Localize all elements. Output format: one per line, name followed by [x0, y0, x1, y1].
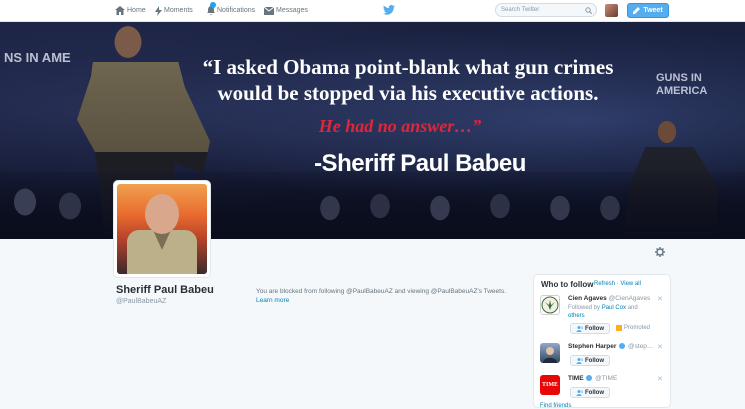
nav-moments-label: Moments [164, 7, 193, 14]
verified-icon [586, 375, 593, 382]
suggestion-name[interactable]: TIME @TIME [568, 375, 617, 382]
follow-button-label: Follow [585, 389, 604, 396]
person-photo-icon [543, 347, 557, 363]
nav-moments[interactable]: Moments [155, 0, 193, 21]
banner-bg-text-right-line2: AMERICA [656, 85, 708, 97]
tweet-button[interactable]: Tweet [627, 3, 669, 18]
banner-quote-line1: “I asked Obama point-blank what gun crim… [202, 55, 614, 79]
top-navigation-bar: Home Moments Notifications Messages Sear… [0, 0, 745, 22]
profile-photo-head [145, 194, 179, 234]
profile-banner: NS IN AME GUNS IN AMERICA “I asked Obama… [0, 22, 745, 239]
suggestion-name[interactable]: Cien Agaves @CienAgaves [568, 295, 650, 302]
who-to-follow-title: Who to follow [541, 280, 594, 289]
banner-quote: “I asked Obama point-blank what gun crim… [158, 54, 658, 106]
followed-by-text: Followed by Paul Cox and others [568, 304, 654, 320]
follow-user-icon [576, 357, 583, 364]
suggestion-name-text: TIME [568, 375, 584, 382]
follow-user-icon [576, 325, 583, 332]
suggestion-handle: @step… [628, 343, 654, 350]
follow-button-label: Follow [585, 325, 604, 332]
who-to-follow-panel: Who to follow Refresh · View all Cien Ag… [533, 274, 671, 409]
follow-button[interactable]: Follow [570, 323, 610, 334]
banner-audience [0, 172, 745, 239]
followed-by-label: Followed by [568, 305, 601, 311]
notification-badge [210, 2, 216, 8]
search-icon[interactable] [585, 7, 592, 14]
profile-name[interactable]: Sheriff Paul Babeu [116, 284, 214, 296]
learn-more-link[interactable]: Learn more [256, 296, 521, 305]
banner-attribution: -Sheriff Paul Babeu [314, 150, 526, 177]
home-icon [115, 6, 125, 15]
suggestion-handle: @TIME [595, 375, 618, 382]
profile-avatar[interactable] [113, 180, 211, 278]
dismiss-icon[interactable]: ✕ [657, 295, 663, 303]
banner-bg-text-right-line1: GUNS IN [656, 72, 702, 84]
banner-quote-line2: would be stopped via his executive actio… [217, 81, 599, 105]
promoted-text: Promoted [624, 325, 651, 331]
suggestion-avatar[interactable]: TIME [540, 375, 560, 395]
suggestion-handle: @CienAgaves [608, 295, 651, 302]
suggestion-item: Stephen Harper @step… ✕ Follow [540, 343, 666, 369]
suggestion-item: TIME TIME @TIME ✕ Follow [540, 375, 666, 401]
promoted-icon [616, 325, 622, 331]
suggestion-item: Cien Agaves @CienAgaves Followed by Paul… [540, 295, 666, 337]
refresh-link[interactable]: Refresh [594, 281, 615, 287]
dismiss-icon[interactable]: ✕ [657, 343, 663, 351]
search-input[interactable]: Search Twitter [495, 3, 597, 17]
user-avatar[interactable] [605, 4, 618, 17]
follow-button[interactable]: Follow [570, 355, 610, 366]
follow-user-icon [576, 389, 583, 396]
banner-quote-red: He had no answer…” [318, 116, 482, 136]
gear-icon[interactable] [655, 247, 665, 257]
envelope-icon [264, 6, 274, 15]
follow-button-label: Follow [585, 357, 604, 364]
suggestion-name[interactable]: Stephen Harper @step… [568, 343, 653, 350]
lightning-icon [155, 5, 162, 16]
blocked-text: You are blocked from following @PaulBabe… [256, 288, 507, 295]
promoted-label: Promoted [616, 325, 650, 331]
banner-bg-text-left: NS IN AME [4, 50, 71, 65]
who-to-follow-links: Refresh · View all [594, 281, 641, 287]
compose-icon [633, 7, 641, 14]
nav-home[interactable]: Home [115, 0, 146, 21]
nav-messages[interactable]: Messages [264, 0, 308, 21]
nav-messages-label: Messages [276, 7, 308, 14]
agave-logo-icon [541, 296, 559, 314]
suggestion-name-text: Stephen Harper [568, 343, 617, 350]
dismiss-icon[interactable]: ✕ [657, 375, 663, 383]
suggestion-name-text: Cien Agaves [568, 295, 607, 302]
followed-by-and: and [627, 305, 638, 311]
twitter-bird-icon[interactable] [383, 5, 395, 15]
search-placeholder: Search Twitter [501, 7, 540, 13]
nav-notifications-label: Notifications [217, 7, 256, 14]
suggestion-avatar[interactable] [540, 295, 560, 315]
find-friends-link[interactable]: Find friends [540, 403, 571, 409]
time-logo-text: TIME [541, 382, 558, 388]
suggestion-avatar[interactable] [540, 343, 560, 363]
view-all-link[interactable]: View all [620, 281, 641, 287]
follow-button[interactable]: Follow [570, 387, 610, 398]
followed-by-user-link[interactable]: Paul Cox [602, 305, 626, 311]
nav-home-label: Home [127, 7, 146, 14]
banner-bg-text-right: GUNS IN AMERICA [656, 72, 707, 98]
blocked-notice: You are blocked from following @PaulBabe… [256, 287, 521, 305]
profile-handle: @PaulBabeuAZ [116, 298, 167, 305]
profile-photo [117, 184, 207, 274]
followed-by-others-link[interactable]: others [568, 313, 585, 319]
verified-icon [619, 343, 626, 350]
tweet-button-label: Tweet [643, 7, 663, 14]
